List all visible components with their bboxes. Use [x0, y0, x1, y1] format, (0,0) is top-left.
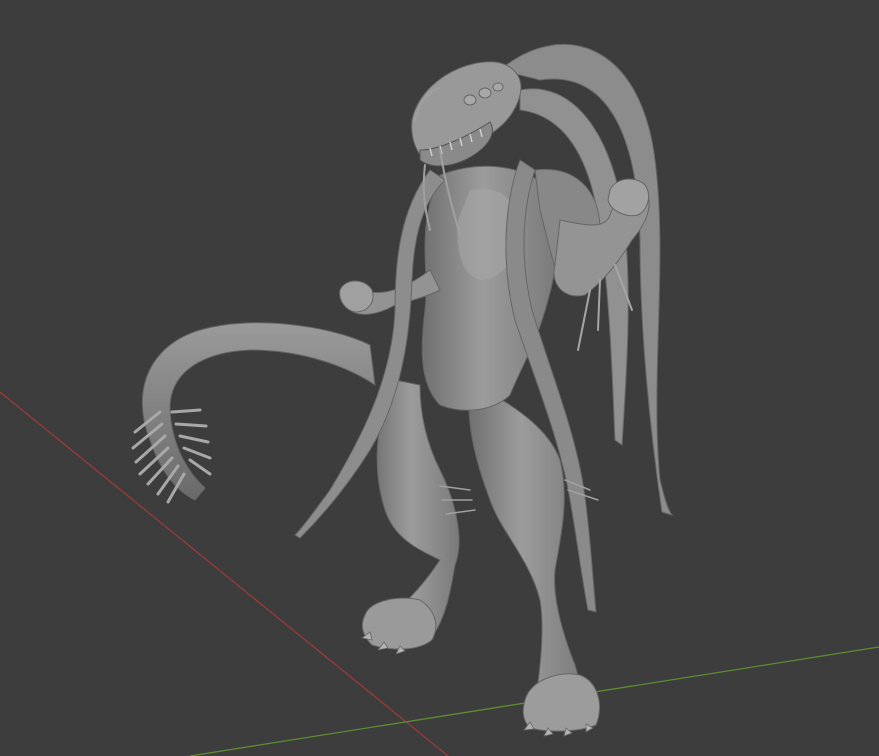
- right-foot: [522, 673, 600, 732]
- side-fist: [339, 280, 374, 313]
- 3d-viewport[interactable]: [0, 0, 879, 756]
- left-foot: [361, 597, 437, 650]
- viewport-canvas[interactable]: [0, 0, 879, 756]
- creature-model[interactable]: [131, 44, 674, 737]
